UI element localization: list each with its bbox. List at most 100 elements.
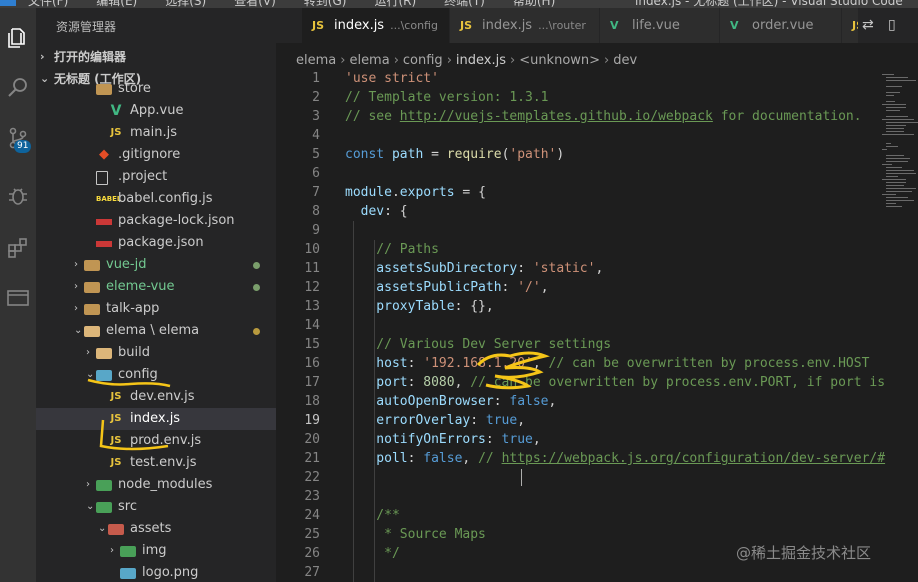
minimap-line: [886, 170, 914, 171]
minimap[interactable]: [882, 74, 918, 224]
menu-item[interactable]: 选择(S): [165, 0, 206, 8]
tree-item-prod-env-js[interactable]: JS prod.env.js: [36, 430, 276, 452]
minimap-line: [886, 182, 906, 183]
split-editor-icon[interactable]: ▯: [888, 17, 896, 33]
vue-file-icon: V: [610, 19, 619, 32]
tree-item-label: build: [118, 345, 150, 360]
menu-item[interactable]: 查看(V): [234, 0, 276, 8]
minimap-line: [882, 119, 914, 120]
breadcrumb-item[interactable]: elema: [296, 53, 336, 68]
tab-life-vue[interactable]: Vlife.vue: [600, 8, 720, 43]
vue-file-icon: V: [110, 103, 122, 119]
tab-index-js[interactable]: JS index.js ...\router: [450, 8, 600, 43]
open-editors-label: 打开的编辑器: [54, 50, 127, 64]
code-line: 1 'use strict': [276, 69, 918, 88]
tree-item-project[interactable]: .project: [36, 166, 276, 188]
code-token: :: [493, 394, 510, 409]
tree-item-label: logo.png: [142, 565, 199, 580]
tree-item-babel-config-js[interactable]: BABEL babel.config.js: [36, 188, 276, 210]
menu-item[interactable]: 文件(F): [28, 0, 68, 8]
code-editor[interactable]: 1 'use strict' 2 // Template version: 1.3.1…: [276, 68, 918, 582]
menu-item[interactable]: 终端(T): [444, 0, 485, 8]
code-token: dev: [345, 204, 385, 219]
search-icon[interactable]: [0, 70, 36, 106]
tree-item-img[interactable]: › img: [36, 540, 276, 562]
tree-item-gitignore[interactable]: ◆ .gitignore: [36, 144, 276, 166]
extensions-icon[interactable]: [0, 230, 36, 266]
tree-item-config[interactable]: ⌄ config: [36, 364, 276, 386]
breadcrumb-item[interactable]: <unknown>: [519, 53, 600, 68]
tree-item-package-lock-json[interactable]: package-lock.json: [36, 210, 276, 232]
tab-index-js[interactable]: JS index.js ...\config: [302, 8, 450, 43]
menu-item[interactable]: 编辑(E): [96, 0, 137, 8]
code-token: ,: [548, 394, 557, 409]
line-number: 8: [312, 204, 320, 219]
tree-item-main-js[interactable]: JS main.js: [36, 122, 276, 144]
tree-item-elema-elema[interactable]: ⌄ elema \ elema: [36, 320, 276, 342]
debug-icon[interactable]: [0, 178, 36, 214]
tree-item-dev-env-js[interactable]: JS dev.env.js: [36, 386, 276, 408]
tab-title: order.vue: [752, 18, 814, 33]
tree-item-label: store: [118, 81, 151, 96]
source-control-icon[interactable]: 91: [0, 120, 36, 156]
code-text: autoOpenBrowser: false,: [345, 392, 556, 411]
tree-item-label: test.env.js: [130, 455, 197, 470]
code-token: :: [407, 356, 424, 371]
folder-open-icon: [84, 326, 100, 337]
remote-explorer-icon[interactable]: [0, 280, 36, 316]
babel-file-icon: BABEL: [96, 195, 122, 203]
tree-item-logo-png[interactable]: logo.png: [36, 562, 276, 582]
code-token: // can be overwritten by process.env.HOS…: [548, 356, 870, 371]
menu-item[interactable]: 运行(R): [374, 0, 416, 8]
tree-item-package-json[interactable]: package.json: [36, 232, 276, 254]
code-token: port: [345, 375, 408, 390]
menu-item[interactable]: 帮助(H): [513, 0, 555, 8]
tree-item-assets[interactable]: ⌄ assets: [36, 518, 276, 540]
code-token: ,: [595, 261, 604, 276]
code-line: 13 proxyTable: {},: [276, 297, 918, 316]
code-text: assetsSubDirectory: 'static',: [345, 259, 603, 278]
tab-order-vue[interactable]: Vorder.vue: [720, 8, 842, 43]
tree-item-vue-jd[interactable]: › vue-jd: [36, 254, 276, 276]
folder-icon: [84, 260, 100, 271]
tree-item-index-js[interactable]: JS index.js: [36, 408, 276, 430]
git-file-icon: ◆: [99, 147, 109, 162]
code-line: 7 module.exports = {: [276, 183, 918, 202]
code-token: for documentation.: [712, 109, 862, 124]
breadcrumb-item[interactable]: elema: [349, 53, 389, 68]
minimap-line: [886, 188, 916, 189]
tree-item-src[interactable]: ⌄ src: [36, 496, 276, 518]
tree-item-build[interactable]: › build: [36, 342, 276, 364]
line-number: 17: [304, 375, 320, 390]
tree-item-node-modules[interactable]: › node_modules: [36, 474, 276, 496]
tree-item-label: node_modules: [118, 477, 213, 492]
text-cursor: [521, 469, 522, 486]
js-file-icon: JS: [110, 413, 122, 424]
compare-changes-icon[interactable]: ⇄: [862, 17, 874, 33]
code-text: // Paths: [345, 240, 439, 259]
code-token: '/': [517, 280, 541, 295]
menu-item[interactable]: 转到(G): [304, 0, 347, 8]
tree-item-label: babel.config.js: [118, 191, 213, 206]
tab-label: index.js ...\config: [334, 8, 438, 43]
tree-item-label: dev.env.js: [130, 389, 195, 404]
code-line: 21 poll: false, // https://webpack.js.or…: [276, 449, 918, 468]
tree-item-store[interactable]: store: [36, 78, 276, 100]
tree-item-eleme-vue[interactable]: › eleme-vue: [36, 276, 276, 298]
open-editors-section[interactable]: › 打开的编辑器: [36, 46, 276, 68]
explorer-icon[interactable]: [0, 20, 36, 56]
tree-item-app-vue[interactable]: V App.vue: [36, 100, 276, 122]
tree-item-label: .gitignore: [118, 147, 181, 162]
code-token: ,: [454, 375, 471, 390]
breadcrumb-item[interactable]: config: [403, 53, 443, 68]
line-number: 4: [312, 128, 320, 143]
tree-item-test-env-js[interactable]: JS test.env.js: [36, 452, 276, 474]
breadcrumb-item[interactable]: dev: [613, 53, 637, 68]
chevron-down-icon: ⌄: [74, 325, 83, 336]
code-token: host: [345, 356, 408, 371]
js-file-icon: JS: [110, 391, 122, 402]
breadcrumb-item[interactable]: index.js: [456, 53, 506, 68]
line-number: 6: [312, 166, 320, 181]
code-line: 14: [276, 316, 918, 335]
tree-item-talk-app[interactable]: › talk-app: [36, 298, 276, 320]
